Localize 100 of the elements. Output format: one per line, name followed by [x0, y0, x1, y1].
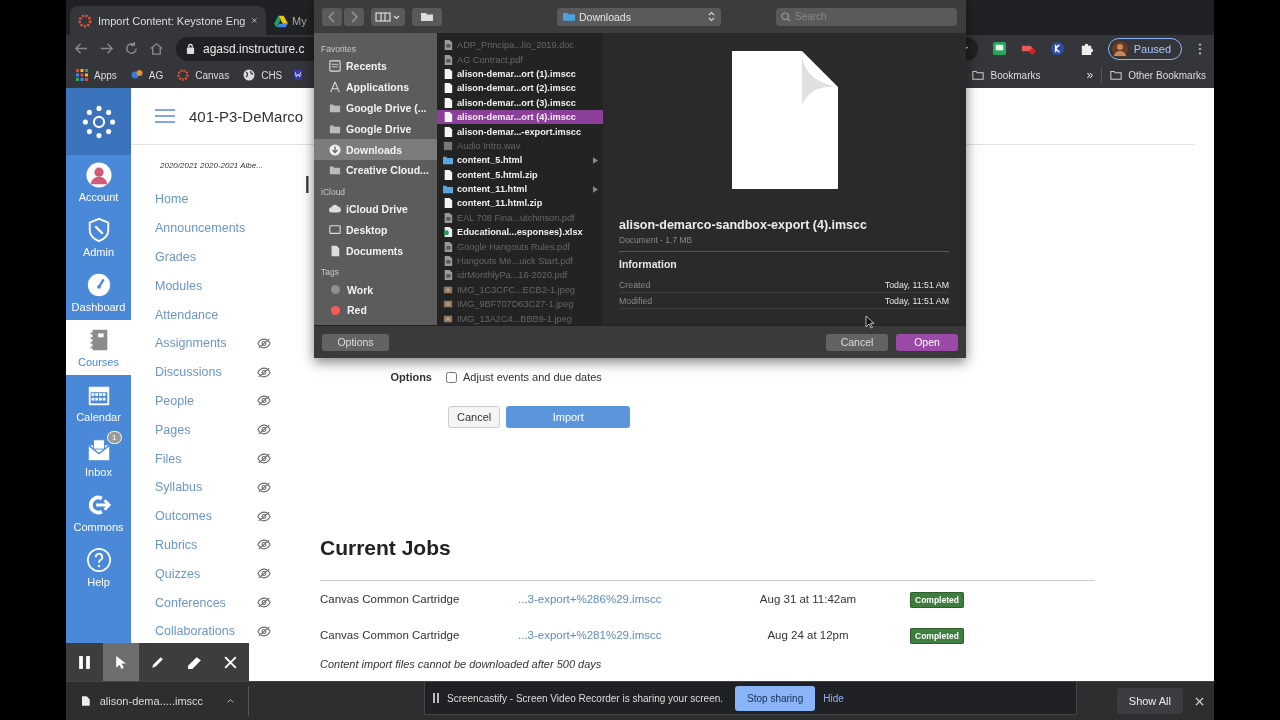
sidebar-item[interactable]: Documents [314, 240, 437, 262]
drive-logo-icon [274, 13, 288, 28]
file-icon [443, 112, 453, 123]
file-row[interactable]: alison-demar...ort (1).imscc [437, 66, 603, 82]
folder-icon [329, 164, 341, 177]
file-row[interactable]: Educational...esponses).xlsx [437, 225, 603, 240]
sidebar-item[interactable]: Red [314, 299, 437, 321]
course-nav-link[interactable]: Collaborations [155, 624, 235, 639]
nav-item[interactable]: Admin [66, 210, 131, 265]
table-cell-text: Canvas Common Cartridge [320, 629, 461, 641]
bookmark[interactable]: CHS [243, 69, 283, 81]
file-name: alison-demarco-sandbox-export (4).imscc [619, 218, 868, 232]
forward-icon[interactable] [344, 7, 364, 26]
menu-icon[interactable] [1198, 41, 1202, 56]
sidebar-item[interactable]: Applications [314, 76, 437, 98]
browser-tab[interactable]: Import Content: Keystone Eng [70, 6, 266, 35]
sidebar-item[interactable]: Recents [314, 56, 437, 77]
cancel-button[interactable]: Cancel [826, 333, 888, 351]
status-badge: Completed [910, 628, 964, 644]
nav-item[interactable]: Commons [66, 485, 131, 540]
sidebar-item[interactable]: Desktop [314, 219, 437, 241]
sidebar-item[interactable]: Creative Cloud... [314, 160, 437, 181]
location-dropdown[interactable]: Downloads [557, 7, 721, 26]
bookmark[interactable]: AG [130, 69, 164, 81]
status-badge: Completed [910, 592, 964, 608]
bookmark[interactable]: Canvas [177, 69, 230, 81]
column-view-icon[interactable] [371, 7, 405, 26]
image-icon [443, 313, 453, 324]
back-icon[interactable] [322, 7, 342, 26]
course-nav-link[interactable]: Attendance [155, 307, 219, 322]
overflow-button[interactable]: » [1086, 68, 1094, 82]
file-row[interactable]: alison-demar...-export.imscc [437, 124, 603, 139]
nav-item[interactable]: Help [66, 540, 131, 595]
forward-icon[interactable] [99, 41, 114, 56]
course-nav-link[interactable]: Grades [155, 250, 196, 264]
sidebar-item[interactable]: Downloads [314, 139, 437, 160]
bookmark[interactable]: Apps [76, 69, 117, 81]
logo-panel[interactable] [66, 88, 131, 155]
browser-tab[interactable]: My [266, 6, 386, 35]
file-link[interactable]: ...3-export+%281%29.imscc [518, 629, 662, 641]
nav-item[interactable]: Courses [66, 320, 131, 375]
options-button[interactable]: Options [322, 333, 389, 351]
nav-item[interactable]: 1 Inbox [66, 430, 131, 485]
checkbox[interactable] [446, 371, 457, 383]
course-nav-link[interactable]: Files [155, 451, 182, 466]
course-title: 401-P3-DeMarco [189, 107, 304, 125]
extension-icon[interactable] [1049, 41, 1065, 56]
download-item[interactable]: alison-dema.....imscc [66, 695, 248, 707]
course-nav-link[interactable]: Pages [155, 422, 191, 437]
file-row[interactable]: content_5.html.zip [437, 167, 603, 182]
tool-button[interactable] [102, 643, 140, 681]
course-nav-link[interactable]: People [155, 393, 194, 408]
expand-arrow-icon [593, 156, 598, 164]
file-row: IMG_13A2C4...BBB9-1.jpeg [437, 311, 603, 325]
home-icon[interactable] [149, 41, 164, 56]
course-nav-link[interactable]: Assignments [155, 336, 227, 351]
bookmark-folder[interactable]: Bookmarks [972, 69, 1041, 81]
file-row[interactable]: alison-demar...ort (2).imscc [437, 81, 603, 96]
sidebar-item[interactable]: iCloud Drive [314, 198, 437, 220]
course-nav-link[interactable]: Rubrics [155, 537, 198, 552]
pointer-icon [113, 654, 129, 670]
sidebar-item[interactable]: Google Drive (... [314, 97, 437, 119]
file-row[interactable]: content_5.html [437, 153, 603, 168]
bookmark-folder[interactable]: Other Bookmarks [1110, 69, 1206, 81]
section-header: Tags [320, 266, 340, 280]
count-badge: 1 [107, 431, 122, 444]
course-nav-link[interactable]: Quizzes [155, 566, 201, 581]
new-folder-icon[interactable] [412, 7, 442, 26]
file-row[interactable]: alison-demar...ort (4).imscc [437, 109, 603, 125]
course-nav-link[interactable]: Outcomes [155, 509, 212, 524]
file-row[interactable]: alison-demar...ort (3).imscc [437, 95, 603, 110]
nav-item[interactable]: Calendar [66, 375, 131, 430]
course-nav-link[interactable]: Syllabus [155, 480, 203, 495]
cancel-button[interactable]: Cancel [448, 406, 501, 428]
shield-icon[interactable] [292, 69, 305, 81]
file-row[interactable]: content_11.html [437, 181, 603, 197]
open-button[interactable]: Open [896, 333, 958, 351]
close-icon[interactable] [1195, 696, 1204, 706]
nav-item[interactable]: Dashboard [66, 265, 131, 320]
nav-item[interactable]: Account [66, 155, 131, 210]
sidebar-item[interactable]: Google Drive [314, 118, 437, 140]
hide-link[interactable]: Hide [823, 692, 844, 704]
course-nav-link[interactable]: Home [155, 192, 189, 207]
course-nav-link[interactable]: Announcements [155, 221, 246, 236]
course-nav-link[interactable]: Conferences [155, 595, 226, 610]
import-button[interactable]: Import [506, 406, 631, 428]
reload-icon[interactable] [124, 41, 139, 56]
extension-icon[interactable] [991, 41, 1007, 56]
back-icon[interactable] [74, 41, 89, 56]
course-nav-link[interactable]: Discussions [155, 365, 222, 380]
sidebar-item[interactable]: Work [314, 279, 437, 300]
course-nav-link[interactable]: Modules [155, 278, 203, 293]
file-icon [443, 169, 453, 180]
people-icon [130, 69, 143, 81]
file-row[interactable]: content_11.html.zip [437, 196, 603, 211]
file-link[interactable]: ...3-export+%286%29.imscc [518, 593, 662, 605]
info-heading: Information [619, 258, 678, 270]
stop-sharing-button[interactable]: Stop sharing [735, 685, 816, 711]
close-icon[interactable] [251, 16, 258, 25]
show-all-button[interactable]: Show All [1116, 688, 1183, 714]
